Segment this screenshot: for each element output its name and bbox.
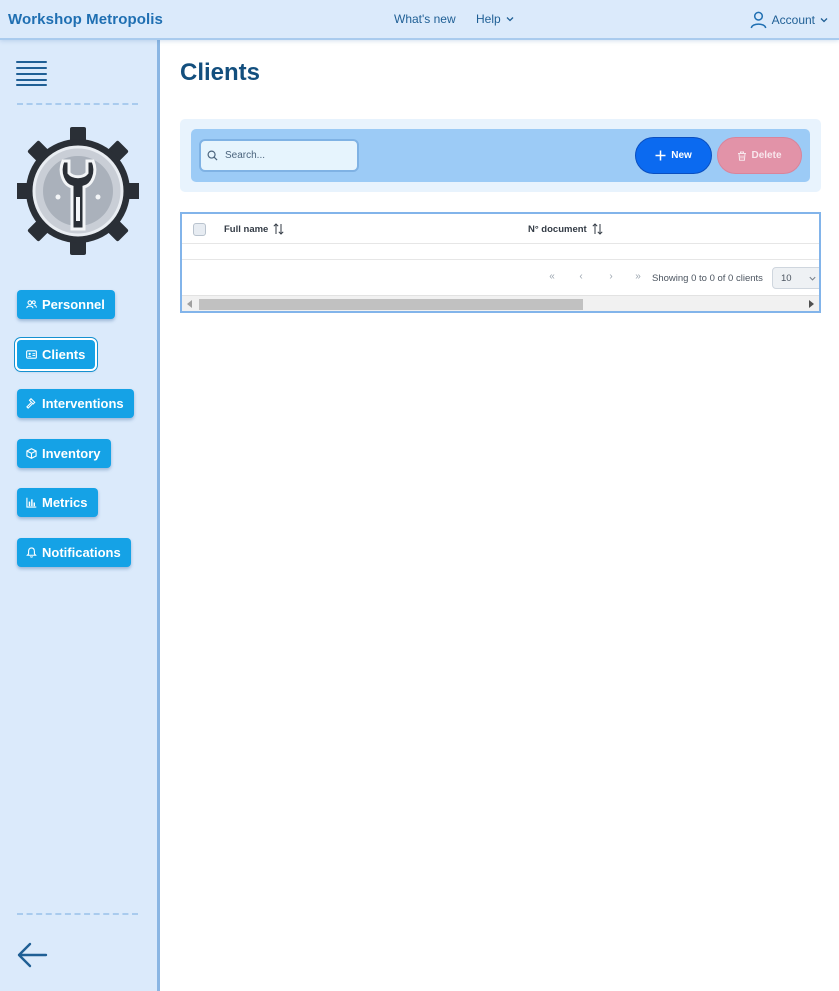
sidebar-divider xyxy=(17,913,138,915)
sidebar-item-metrics[interactable]: Metrics xyxy=(17,488,98,517)
page-title: Clients xyxy=(180,59,261,86)
id-card-icon xyxy=(26,350,37,359)
box-icon xyxy=(26,448,37,459)
chevron-down-icon xyxy=(808,276,816,281)
last-page-icon[interactable]: » xyxy=(630,271,646,285)
page-size-value: 10 xyxy=(781,272,792,284)
users-icon xyxy=(26,300,37,309)
bell-icon xyxy=(26,547,37,558)
column-label: Full name xyxy=(224,223,269,235)
top-bar: Workshop Metropolis What's new Help Acco… xyxy=(0,0,839,40)
column-label: N° document xyxy=(528,223,587,235)
paginator: « ‹ › » Showing 0 to 0 of 0 clients 10 xyxy=(182,261,819,295)
chevron-down-icon xyxy=(506,17,514,22)
column-header-full-name[interactable]: Full name xyxy=(224,223,284,235)
new-button-label: New xyxy=(671,150,692,161)
trash-icon xyxy=(738,151,747,161)
new-client-button[interactable]: New xyxy=(635,137,712,174)
page-size-select[interactable]: 10 xyxy=(772,267,819,289)
sidebar-item-label: Inventory xyxy=(42,446,101,461)
search-field[interactable] xyxy=(199,139,359,172)
sidebar-divider xyxy=(17,103,138,105)
scrollbar-thumb[interactable] xyxy=(199,299,583,310)
pagination-info: Showing 0 to 0 of 0 clients xyxy=(652,273,763,284)
search-input[interactable] xyxy=(225,150,345,161)
sort-icon xyxy=(592,223,603,235)
sidebar-item-notifications[interactable]: Notifications xyxy=(17,538,131,567)
sidebar-item-personnel[interactable]: Personnel xyxy=(17,290,115,319)
sidebar: Personnel Clients Interventions Inventor… xyxy=(0,40,160,991)
first-page-icon[interactable]: « xyxy=(544,271,560,285)
sidebar-item-label: Clients xyxy=(42,347,86,362)
plus-icon xyxy=(655,150,666,161)
menu-toggle-button[interactable] xyxy=(16,61,48,87)
sidebar-item-label: Interventions xyxy=(42,396,124,411)
table-body xyxy=(182,244,819,260)
scroll-left-arrow-icon[interactable] xyxy=(187,300,192,308)
sidebar-item-label: Metrics xyxy=(42,495,88,510)
account-menu[interactable]: Account xyxy=(749,10,829,29)
table-header: Full name N° document xyxy=(182,214,819,244)
clients-table: Full name N° document « ‹ › » Showing 0 … xyxy=(180,212,821,313)
column-header-document[interactable]: N° document xyxy=(528,223,603,235)
whats-new-label: What's new xyxy=(394,12,456,26)
delete-button[interactable]: Delete xyxy=(717,137,802,174)
sidebar-item-label: Notifications xyxy=(42,545,121,560)
previous-page-icon[interactable]: ‹ xyxy=(573,271,589,285)
arrow-left-icon[interactable] xyxy=(16,941,48,969)
sidebar-item-clients[interactable]: Clients xyxy=(14,338,98,371)
next-page-icon[interactable]: › xyxy=(603,271,619,285)
app-brand[interactable]: Workshop Metropolis xyxy=(8,11,163,28)
sidebar-item-interventions[interactable]: Interventions xyxy=(17,389,134,418)
select-all-checkbox[interactable] xyxy=(193,223,206,236)
bar-chart-icon xyxy=(26,497,37,508)
horizontal-scrollbar[interactable] xyxy=(182,295,819,311)
scroll-right-arrow-icon[interactable] xyxy=(809,300,814,308)
hammer-icon xyxy=(26,398,36,409)
help-menu[interactable]: Help xyxy=(476,12,515,26)
help-label: Help xyxy=(476,12,501,26)
sidebar-item-inventory[interactable]: Inventory xyxy=(17,439,111,468)
account-label: Account xyxy=(771,12,815,27)
chevron-down-icon xyxy=(820,17,828,22)
delete-button-label: Delete xyxy=(751,150,782,161)
whats-new-link[interactable]: What's new xyxy=(394,12,456,26)
sidebar-item-label: Personnel xyxy=(42,297,105,312)
search-icon xyxy=(207,150,218,161)
user-icon xyxy=(750,11,767,29)
workshop-logo xyxy=(17,127,139,255)
sort-icon xyxy=(273,223,284,235)
